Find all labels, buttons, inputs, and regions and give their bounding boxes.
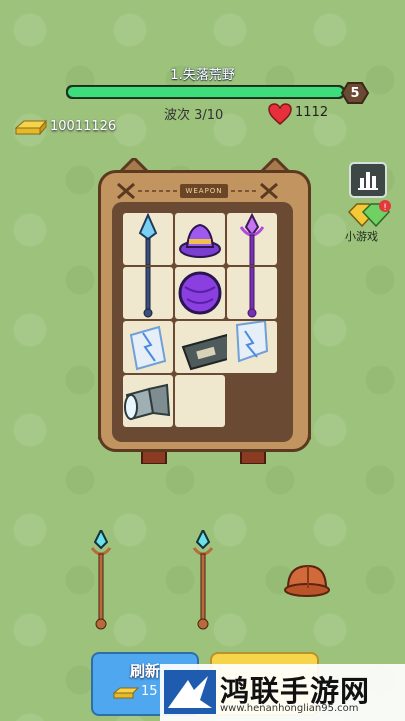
inventory-slot[interactable] [123, 267, 173, 319]
purple-staff-icon[interactable] [227, 213, 277, 265]
weapon-tag: WEAPON [180, 184, 228, 198]
heart-icon [268, 103, 292, 129]
bird-logo-icon [164, 670, 216, 714]
minigame-label[interactable]: 小游戏 [345, 228, 378, 244]
inventory-slot[interactable] [123, 321, 173, 373]
purple-orb-icon[interactable] [175, 267, 225, 319]
gold-bars-icon [14, 118, 48, 140]
health-value: 1112 [295, 105, 329, 120]
gold-value: 10011126 [50, 119, 117, 134]
wave-counter: 波次 3/10 [164, 108, 224, 123]
gold-bars-icon [113, 687, 139, 699]
inventory-slot[interactable] [227, 213, 277, 265]
inventory-slot-empty[interactable] [175, 375, 225, 427]
watermark: 鸿联手游网 www.henanhonglian95.com [160, 664, 405, 721]
inventory-slot[interactable] [123, 213, 173, 265]
flashlight-icon[interactable] [123, 375, 173, 427]
refresh-cost: 15 [141, 684, 158, 699]
inventory-slot[interactable] [123, 375, 173, 427]
inventory-slot[interactable] [227, 267, 277, 319]
svg-text:!: ! [383, 203, 387, 213]
level-progress-fill [68, 87, 343, 97]
shop-helmet-icon[interactable] [282, 560, 332, 600]
crystal-spear-shaft-icon[interactable] [123, 267, 173, 319]
shop-crystal-spear-1-icon[interactable] [86, 530, 116, 630]
inventory-slot[interactable] [175, 213, 225, 265]
stats-button[interactable] [349, 162, 387, 198]
level-number: 5 [350, 86, 360, 101]
lightning-scroll-icon[interactable] [123, 321, 173, 373]
purple-hat-icon[interactable] [175, 213, 225, 265]
bar-chart-icon [358, 172, 378, 190]
backpack: WEAPON [98, 158, 311, 464]
crystal-spear-icon[interactable] [123, 213, 173, 265]
level-badge: 5 [340, 79, 370, 107]
shop-crystal-spear-2-icon[interactable] [188, 530, 218, 630]
inventory-grid [122, 212, 278, 428]
purple-staff-shaft-icon[interactable] [227, 267, 277, 319]
watermark-url: www.henanhonglian95.com [220, 703, 359, 714]
inventory-slot[interactable] [227, 321, 277, 373]
lightning-scroll-lower-icon[interactable] [227, 321, 277, 373]
inventory-slot[interactable] [175, 267, 225, 319]
